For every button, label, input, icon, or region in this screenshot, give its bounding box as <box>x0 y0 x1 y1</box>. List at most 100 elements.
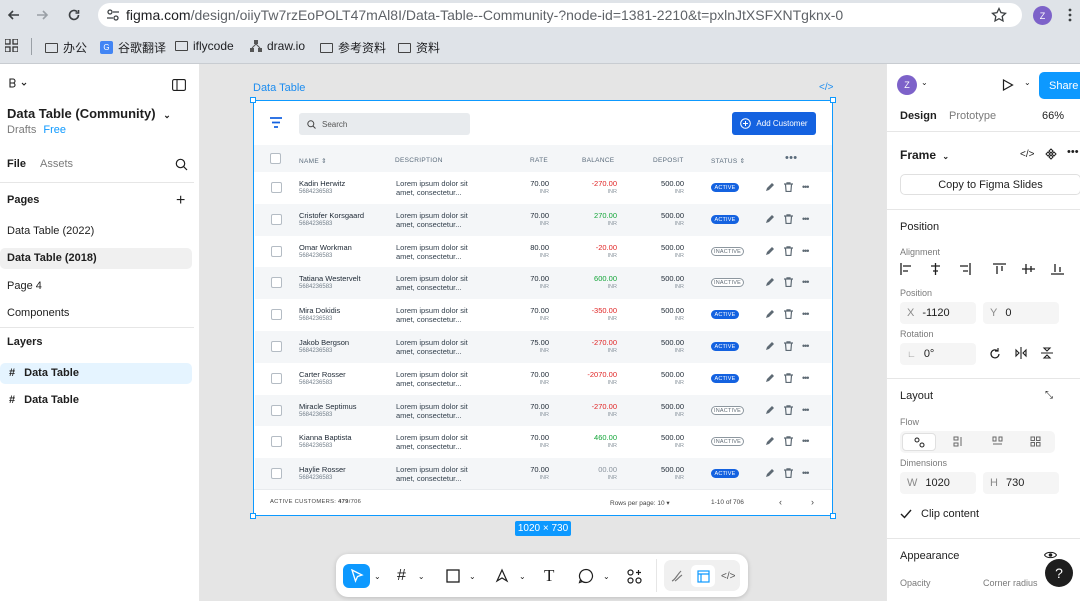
bookmark-folder[interactable]: 办公 <box>45 39 87 56</box>
flip-horizontal-icon[interactable] <box>1015 347 1027 360</box>
panel-toggle-icon[interactable] <box>172 79 186 91</box>
flow-grid-option[interactable] <box>1030 436 1041 447</box>
align-bottom-icon[interactable] <box>1051 263 1064 275</box>
more-horiz-icon[interactable]: ••• <box>802 214 810 224</box>
resize-handle[interactable] <box>830 513 836 519</box>
figma-menu-icon[interactable] <box>8 78 28 90</box>
actions-tool[interactable] <box>627 564 642 588</box>
align-center-v-icon[interactable] <box>1022 263 1035 275</box>
trash-icon[interactable] <box>784 246 793 256</box>
table-row[interactable]: Kianna Baptista 5684236583 Lorem ipsum dol… <box>255 426 831 458</box>
share-button[interactable]: Share <box>1039 72 1080 99</box>
align-center-h-icon[interactable] <box>929 263 942 275</box>
apps-grid-icon[interactable] <box>5 39 18 52</box>
more-horiz-icon[interactable]: ••• <box>802 373 810 383</box>
row-checkbox[interactable] <box>271 341 282 352</box>
page-item[interactable]: Page 4 <box>7 280 42 292</box>
text-tool[interactable]: T <box>544 564 554 588</box>
edit-pencil-icon[interactable] <box>765 309 775 319</box>
bookmark-link[interactable]: draw.io <box>250 39 305 53</box>
row-checkbox[interactable] <box>271 373 282 384</box>
shape-tool[interactable]: ⌄ <box>446 564 476 588</box>
col-status[interactable]: STATUS ⇕ <box>711 157 745 165</box>
data-table-frame[interactable]: Search Add Customer NAME ⇕ DESCRIPTION R… <box>250 97 836 519</box>
component-icon[interactable] <box>1045 148 1057 160</box>
edit-pencil-icon[interactable] <box>765 214 775 224</box>
edit-pencil-icon[interactable] <box>765 341 775 351</box>
height-field[interactable]: H 730 <box>983 472 1059 494</box>
rows-per-page[interactable]: Rows per page: 10 ▾ <box>610 499 670 507</box>
user-avatar[interactable]: Z <box>897 75 917 95</box>
project-location[interactable]: Drafts Free <box>7 124 66 136</box>
trash-icon[interactable] <box>784 436 793 446</box>
select-all-checkbox[interactable] <box>270 153 281 164</box>
collapse-icon[interactable]: ⤡ <box>1045 390 1053 401</box>
help-button[interactable]: ? <box>1045 559 1073 587</box>
trash-icon[interactable] <box>784 182 793 192</box>
present-play-icon[interactable] <box>1002 79 1014 91</box>
clip-content-checkbox[interactable]: Clip content <box>900 508 979 520</box>
avatar-chevron-icon[interactable]: ⌄ <box>921 78 928 87</box>
bookmark-star-icon[interactable] <box>987 3 1011 27</box>
frame-name-label[interactable]: Data Table <box>253 82 305 94</box>
design-mode[interactable] <box>691 565 715 587</box>
col-name[interactable]: NAME ⇕ <box>299 157 327 165</box>
file-title[interactable]: Data Table (Community) ⌄ <box>7 106 171 121</box>
flow-vertical-option[interactable] <box>953 436 964 447</box>
row-checkbox[interactable] <box>271 277 282 288</box>
copy-to-slides-button[interactable]: Copy to Figma Slides <box>900 174 1080 195</box>
prev-page-icon[interactable]: ‹ <box>779 497 782 507</box>
more-horiz-icon[interactable]: ••• <box>802 182 810 192</box>
more-horiz-icon[interactable]: ••• <box>785 152 797 164</box>
more-horiz-icon[interactable]: ••• <box>802 309 810 319</box>
resize-handle[interactable] <box>250 97 256 103</box>
row-checkbox[interactable] <box>271 246 282 257</box>
present-chevron-icon[interactable]: ⌄ <box>1024 78 1031 87</box>
trash-icon[interactable] <box>784 309 793 319</box>
frame-type-dropdown[interactable]: Frame ⌄ <box>900 148 949 162</box>
trash-icon[interactable] <box>784 214 793 224</box>
more-horiz-icon[interactable]: ••• <box>802 405 810 415</box>
tab-assets[interactable]: Assets <box>40 158 73 170</box>
pen-tool[interactable]: ⌄ <box>494 564 526 588</box>
table-row[interactable]: Cristofer Korsgaard 5684236583 Lorem ipsum… <box>255 204 831 236</box>
edit-pencil-icon[interactable] <box>765 373 775 383</box>
resize-handle[interactable] <box>250 513 256 519</box>
reload-icon[interactable] <box>62 3 86 27</box>
row-checkbox[interactable] <box>271 436 282 447</box>
flow-horizontal-option[interactable] <box>992 436 1003 447</box>
row-checkbox[interactable] <box>271 309 282 320</box>
x-position-field[interactable]: X -1120 <box>900 302 976 324</box>
row-checkbox[interactable] <box>271 214 282 225</box>
draw-mode[interactable] <box>670 564 684 588</box>
edit-pencil-icon[interactable] <box>765 277 775 287</box>
frame-tool[interactable]: # ⌄ <box>397 564 425 588</box>
dev-mode[interactable]: </> <box>721 564 735 588</box>
table-row[interactable]: Mira Dokidis 5684236583 Lorem ipsum dolor … <box>255 299 831 331</box>
code-icon[interactable]: </> <box>1020 149 1034 160</box>
trash-icon[interactable] <box>784 277 793 287</box>
layer-item-selected[interactable]: # Data Table <box>9 367 79 379</box>
tab-file[interactable]: File <box>7 158 26 170</box>
more-horiz-icon[interactable]: ••• <box>1067 146 1079 158</box>
trash-icon[interactable] <box>784 405 793 415</box>
add-page-icon[interactable]: + <box>176 192 185 210</box>
width-field[interactable]: W 1020 <box>900 472 976 494</box>
more-horiz-icon[interactable]: ••• <box>802 468 810 478</box>
add-customer-button[interactable]: Add Customer <box>732 112 816 135</box>
more-vert-icon[interactable] <box>1058 3 1080 27</box>
row-checkbox[interactable] <box>271 182 282 193</box>
tab-prototype[interactable]: Prototype <box>949 110 996 122</box>
align-top-icon[interactable] <box>993 263 1006 275</box>
profile-avatar[interactable]: Z <box>1033 6 1052 25</box>
search-input[interactable]: Search <box>299 113 470 135</box>
more-horiz-icon[interactable]: ••• <box>802 246 810 256</box>
forward-icon[interactable] <box>30 3 54 27</box>
more-horiz-icon[interactable]: ••• <box>802 341 810 351</box>
table-row[interactable]: Omar Workman 5684236583 Lorem ipsum dolor … <box>255 236 831 268</box>
tab-design[interactable]: Design <box>900 110 937 122</box>
layer-item[interactable]: # Data Table <box>9 394 79 406</box>
resize-handle[interactable] <box>830 97 836 103</box>
filter-icon[interactable] <box>270 117 282 128</box>
table-row[interactable]: Kadin Herwitz 5684236583 Lorem ipsum dolor… <box>255 172 831 204</box>
